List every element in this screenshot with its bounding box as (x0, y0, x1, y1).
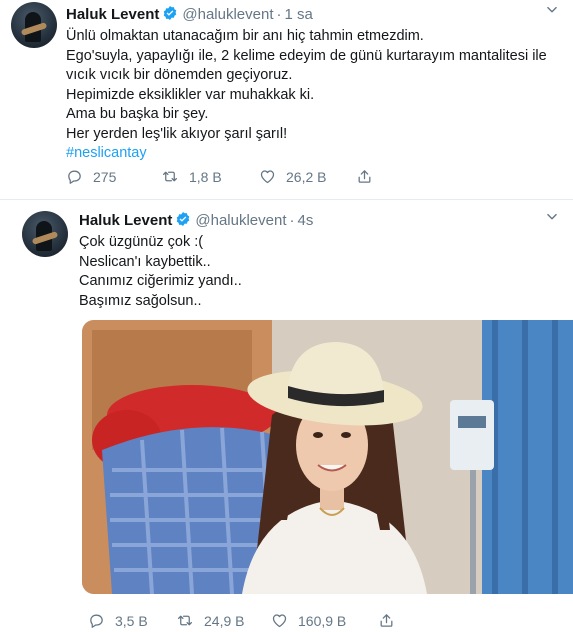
like-count: 26,2 B (286, 168, 327, 185)
tweet-photo[interactable] (82, 320, 573, 594)
reply-button[interactable]: 275 (66, 168, 116, 185)
share-button[interactable] (356, 168, 373, 185)
tweet-header: Haluk Levent @haluklevent · 1 sa (66, 5, 313, 23)
reply-icon (90, 614, 103, 628)
retweet-count: 24,9 B (204, 612, 245, 629)
share-icon (358, 170, 371, 183)
tweet-line: Canımız ciğerimiz yandı.. (79, 273, 242, 289)
separator-dot: · (276, 6, 282, 23)
separator-dot: · (289, 212, 295, 229)
photo-illustration (82, 320, 573, 594)
avatar[interactable] (22, 211, 68, 257)
tweet-header: Haluk Levent @haluklevent · 4s (79, 211, 313, 229)
reply-icon (68, 170, 81, 184)
tweet-timestamp[interactable]: 1 sa (285, 6, 313, 23)
chevron-down-icon[interactable] (545, 3, 559, 22)
tweet-line: Neslican'ı kaybettik.. (79, 253, 211, 270)
tweet-line: Her yerden leş'lik akıyor şarıl şarıl! (66, 125, 288, 142)
tweet[interactable]: Haluk Levent @haluklevent · 1 sa Ünlü olmak… (0, 0, 573, 200)
retweet-icon (162, 171, 178, 182)
heart-icon (272, 614, 287, 628)
like-count: 160,9 B (298, 612, 347, 629)
reply-count: 275 (93, 168, 117, 185)
author-handle[interactable]: @haluklevent (195, 212, 286, 229)
tweet-line: Başımız sağolsun.. (79, 292, 202, 309)
chevron-down-icon[interactable] (545, 210, 559, 229)
tweet-text: Çok üzgünüz çok :( Neslican'ı kaybettik.… (79, 233, 242, 311)
heart-icon (260, 170, 275, 184)
tweet-line: Ego'suyla, yapaylığı ile, 2 kelime edeyi… (66, 47, 547, 64)
share-button[interactable] (378, 612, 395, 629)
share-icon (380, 614, 393, 627)
tweet-line: Ama bu başka bir şey. (66, 106, 209, 122)
reply-button[interactable]: 3,5 B (88, 612, 148, 629)
tweet-line: Hepimizde eksiklikler var muhakkak ki. (66, 86, 315, 103)
retweet-button[interactable]: 1,8 B (161, 168, 222, 185)
tweet-line: Çok üzgünüz çok :( (79, 234, 204, 250)
author-name[interactable]: Haluk Levent (79, 212, 172, 229)
author-name[interactable]: Haluk Levent (66, 6, 159, 23)
retweet-count: 1,8 B (189, 168, 222, 185)
retweet-icon (177, 615, 193, 626)
tweet-timestamp[interactable]: 4s (298, 212, 314, 229)
author-handle[interactable]: @haluklevent (182, 6, 273, 23)
hashtag-link[interactable]: #neslicantay (66, 144, 547, 164)
tweet-line: vıcık vıcık bir dönemden geçiyoruz. (66, 67, 293, 83)
tweet-text: Ünlü olmaktan utanacağım bir anı hiç tah… (66, 27, 547, 164)
like-button[interactable]: 26,2 B (259, 168, 326, 185)
like-button[interactable]: 160,9 B (271, 612, 346, 629)
verified-badge-icon (164, 6, 177, 20)
tweet-line: Ünlü olmaktan utanacağım bir anı hiç tah… (66, 28, 424, 44)
retweet-button[interactable]: 24,9 B (176, 612, 244, 629)
avatar[interactable] (11, 2, 57, 48)
reply-count: 3,5 B (115, 612, 148, 629)
verified-badge-icon (177, 212, 190, 226)
